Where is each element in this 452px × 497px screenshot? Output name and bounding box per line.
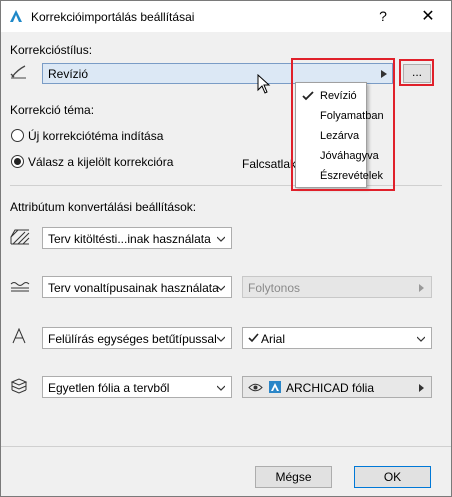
eye-icon	[248, 383, 263, 392]
style-select-value: Revízió	[48, 67, 89, 81]
ok-button[interactable]: OK	[354, 466, 431, 488]
layer-select[interactable]: ARCHICAD fólia	[242, 376, 432, 398]
line-type-value: Folytonos	[248, 281, 301, 295]
radio-reply-label: Válasz a kijelölt korrekcióra	[28, 155, 174, 169]
chevron-down-icon	[217, 236, 225, 242]
title-bar: Korrekcióimportálás beállításai ? ✕	[1, 1, 451, 32]
font-value: Arial	[261, 332, 286, 346]
line-conversion-value: Terv vonaltípusainak használata	[48, 281, 219, 295]
archicad-app-icon	[10, 10, 22, 22]
radio-new-topic-label: Új korrekciótéma indítása	[28, 129, 164, 143]
radio-reply[interactable]	[11, 155, 24, 168]
mouse-cursor-icon	[257, 74, 271, 94]
help-button[interactable]: ?	[363, 1, 403, 32]
font-icon	[12, 328, 26, 344]
highlight-box-more-button	[399, 59, 434, 86]
checkmark-icon	[248, 333, 259, 343]
chevron-down-icon	[417, 336, 425, 342]
triangle-right-icon	[419, 384, 424, 392]
line-type-icon	[10, 282, 30, 292]
pen-style-icon	[10, 65, 26, 79]
line-type-select: Folytonos	[242, 276, 432, 298]
fill-conversion-select[interactable]: Terv kitöltésti...inak használata	[42, 227, 232, 249]
layer-color-icon	[269, 381, 281, 393]
layers-icon	[10, 378, 28, 394]
attr-label: Attribútum konvertálási beállítások:	[10, 200, 197, 214]
chevron-down-icon	[217, 385, 225, 391]
font-conversion-select[interactable]: Felülírás egységes betűtípussal	[42, 327, 232, 349]
cancel-button[interactable]: Mégse	[255, 466, 332, 488]
topic-partial-text: Falcsatlak	[242, 157, 295, 171]
footer-separator	[1, 446, 451, 447]
layer-conversion-select[interactable]: Egyetlen fólia a tervből	[42, 376, 232, 398]
window-title: Korrekcióimportálás beállításai	[31, 10, 195, 24]
dialog-window: Korrekcióimportálás beállításai ? ✕ Korr…	[0, 0, 452, 497]
font-select[interactable]: Arial	[242, 327, 432, 349]
topic-label: Korrekció téma:	[10, 103, 95, 117]
triangle-right-icon	[419, 284, 424, 292]
font-conversion-value: Felülírás egységes betűtípussal	[48, 332, 217, 346]
radio-new-topic[interactable]	[11, 129, 24, 142]
chevron-down-icon	[217, 336, 225, 342]
line-conversion-select[interactable]: Terv vonaltípusainak használata	[42, 276, 232, 298]
fill-hatch-icon	[10, 229, 30, 245]
close-button[interactable]: ✕	[405, 1, 451, 32]
highlight-box-dropdown	[291, 58, 395, 191]
layer-conversion-value: Egyetlen fólia a tervből	[48, 381, 170, 395]
layer-value: ARCHICAD fólia	[286, 381, 375, 395]
chevron-down-icon	[217, 285, 225, 291]
style-label: Korrekcióstílus:	[10, 43, 93, 57]
fill-conversion-value: Terv kitöltésti...inak használata	[48, 232, 211, 246]
